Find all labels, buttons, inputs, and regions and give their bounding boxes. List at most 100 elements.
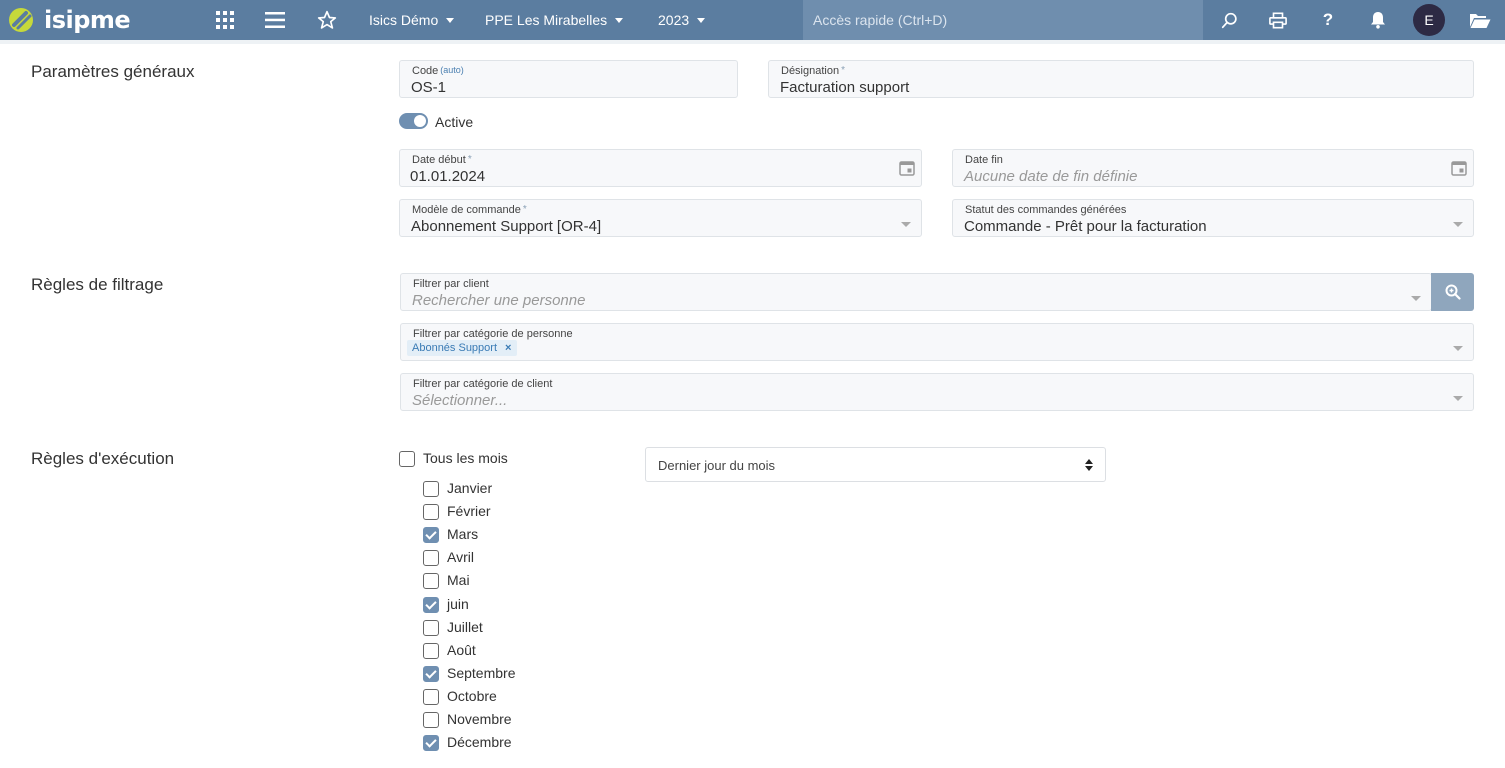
end-date-field[interactable]: Date fin Aucune date de fin définie	[952, 149, 1474, 187]
section-title-execution: Règles d'exécution	[31, 449, 175, 468]
user-avatar[interactable]: E	[1413, 4, 1445, 36]
quick-access-input[interactable]	[803, 0, 1203, 40]
month-label: Mars	[447, 526, 479, 543]
company-selector[interactable]: Isics Démo	[369, 0, 455, 40]
client-category-placeholder: Sélectionner...	[412, 392, 508, 409]
calendar-icon[interactable]	[1451, 160, 1467, 176]
day-of-month-select[interactable]: Dernier jour du mois	[645, 447, 1106, 482]
order-model-select[interactable]: Modèle de commande * Abonnement Support […	[399, 199, 922, 237]
code-auto-badge: (auto)	[440, 65, 464, 75]
logo-text: isipme	[44, 6, 131, 34]
month-checkbox[interactable]	[423, 573, 439, 590]
all-months-checkbox[interactable]	[399, 451, 415, 467]
active-toggle-label: Active	[435, 114, 474, 130]
code-label: Code (auto)	[412, 65, 464, 77]
client-filter-label: Filtrer par client	[413, 278, 489, 290]
chevron-down-icon	[446, 18, 455, 23]
start-date-field[interactable]: Date début * 01.01.2024	[399, 149, 922, 187]
active-toggle[interactable]	[399, 113, 428, 129]
code-field[interactable]: Code (auto) OS-1	[399, 60, 738, 98]
quick-access-search	[803, 0, 1203, 40]
dropdown-arrow-icon	[901, 222, 911, 227]
month-checkbox[interactable]	[423, 550, 439, 567]
app-logo[interactable]: isipme	[8, 6, 131, 34]
toggle-knob	[414, 115, 426, 127]
month-label: Septembre	[447, 664, 516, 681]
month-checkbox[interactable]	[423, 504, 439, 521]
all-months-label: Tous les mois	[423, 450, 508, 466]
apps-grid-icon[interactable]	[212, 0, 238, 40]
entity-selector[interactable]: PPE Les Mirabelles	[485, 0, 624, 40]
year-selector[interactable]: 2023	[658, 0, 706, 40]
designation-field[interactable]: Désignation * Facturation support	[768, 60, 1474, 98]
chevron-down-icon	[615, 18, 624, 23]
month-checkbox[interactable]	[423, 596, 439, 613]
designation-value: Facturation support	[780, 79, 910, 96]
client-filter-select[interactable]: Filtrer par client Rechercher une person…	[400, 273, 1432, 311]
designation-label: Désignation *	[781, 65, 845, 77]
month-checkbox[interactable]	[423, 735, 439, 752]
month-checkbox[interactable]	[423, 665, 439, 682]
section-title-general: Paramètres généraux	[31, 62, 195, 81]
client-search-button[interactable]	[1431, 273, 1474, 311]
select-arrows-icon	[1085, 459, 1093, 471]
top-navigation-bar: isipme Isics Démo PPE Les Mirabelles 202…	[0, 0, 1505, 40]
month-checkbox[interactable]	[423, 688, 439, 705]
calendar-icon[interactable]	[899, 160, 915, 176]
company-name: Isics Démo	[369, 12, 439, 28]
day-of-month-value: Dernier jour du mois	[658, 458, 776, 473]
month-checkbox[interactable]	[423, 527, 439, 544]
section-title-filters: Règles de filtrage	[31, 275, 164, 294]
month-label: Octobre	[447, 687, 497, 704]
year-value: 2023	[658, 12, 690, 28]
entity-name: PPE Les Mirabelles	[485, 12, 608, 28]
month-label: Mai	[447, 572, 470, 589]
designation-label-text: Désignation	[781, 65, 840, 77]
month-checkbox[interactable]	[423, 619, 439, 636]
month-label: Février	[447, 503, 491, 520]
notifications-bell-icon[interactable]	[1368, 0, 1388, 40]
required-marker: *	[467, 154, 472, 165]
start-date-label: Date début *	[412, 154, 472, 166]
order-model-label: Modèle de commande *	[412, 204, 527, 216]
favorites-star-icon[interactable]	[315, 0, 339, 40]
help-icon[interactable]: ?	[1318, 0, 1338, 40]
order-status-label: Statut des commandes générées	[965, 204, 1127, 216]
month-label: Décembre	[447, 734, 512, 751]
print-icon[interactable]	[1267, 0, 1289, 40]
dropdown-arrow-icon	[1453, 396, 1463, 401]
folder-open-icon[interactable]	[1469, 0, 1491, 40]
order-model-label-text: Modèle de commande	[412, 204, 521, 216]
tag-label: Abonnés Support	[412, 342, 498, 354]
chevron-down-icon	[697, 18, 706, 23]
dropdown-arrow-icon	[1411, 296, 1421, 301]
month-label: Août	[447, 641, 476, 658]
month-checkbox[interactable]	[423, 481, 439, 497]
month-checkbox[interactable]	[423, 642, 439, 659]
person-category-filter[interactable]: Filtrer par catégorie de personne	[400, 323, 1474, 361]
month-label: Novembre	[447, 711, 512, 727]
person-category-label: Filtrer par catégorie de personne	[413, 328, 573, 340]
start-date-value: 01.01.2024	[410, 168, 486, 185]
client-category-filter[interactable]: Filtrer par catégorie de client Sélectio…	[400, 373, 1474, 411]
code-label-text: Code	[412, 65, 439, 77]
month-label: Janvier	[447, 480, 493, 496]
sub-header-strip	[0, 40, 1505, 44]
zoom-search-icon	[1445, 284, 1461, 300]
hamburger-menu-icon[interactable]	[263, 0, 287, 40]
required-marker: *	[522, 204, 527, 215]
month-checkbox[interactable]	[423, 712, 439, 728]
code-value: OS-1	[411, 79, 447, 96]
order-model-value: Abonnement Support [OR-4]	[411, 218, 602, 235]
search-icon[interactable]	[1218, 0, 1240, 40]
month-label: Juillet	[447, 618, 483, 635]
start-date-label-text: Date début	[412, 154, 466, 166]
end-date-label: Date fin	[965, 154, 1003, 166]
required-marker: *	[841, 65, 845, 76]
tag-remove-icon[interactable]: ×	[505, 342, 511, 354]
month-label: Avril	[447, 549, 474, 566]
month-label: juin	[447, 595, 469, 612]
end-date-placeholder: Aucune date de fin définie	[964, 168, 1138, 185]
order-status-select[interactable]: Statut des commandes générées Commande -…	[952, 199, 1474, 237]
logo-mark-icon	[9, 8, 33, 32]
